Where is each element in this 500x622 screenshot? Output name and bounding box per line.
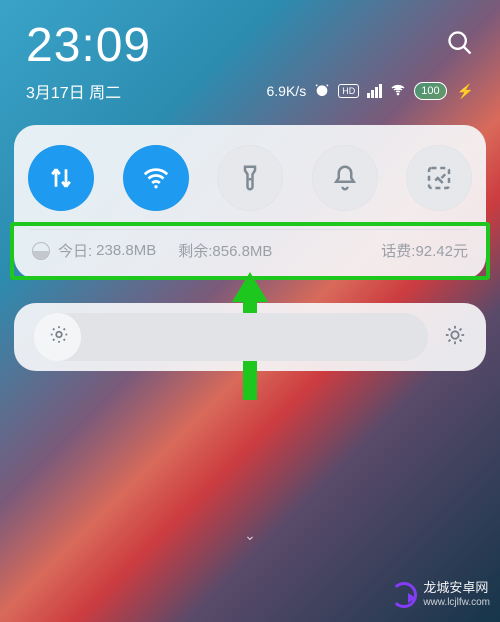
mobile-data-toggle[interactable] [28,145,94,211]
watermark-logo-icon [391,582,417,608]
auto-brightness-icon[interactable] [444,324,466,351]
today-usage-label: 今日: [58,240,92,261]
usage-icon [32,242,50,260]
remaining-value: 856.8MB [212,243,272,260]
wifi-status-icon [390,82,406,101]
screenshot-toggle[interactable] [406,145,472,211]
remaining-label: 剩余: [178,243,212,260]
wifi-toggle[interactable] [123,145,189,211]
watermark: 龙城安卓网 www.lcjlfw.com [391,580,490,610]
net-speed: 6.9K/s [267,83,307,99]
brightness-low-icon [48,324,70,351]
silent-toggle[interactable] [312,145,378,211]
drag-handle-icon[interactable]: ⌄ [244,527,256,544]
data-usage-row[interactable]: 今日:238.8MB 剩余:856.8MB 话费:92.42元 [28,230,472,265]
watermark-subtitle: www.lcjlfw.com [423,595,490,610]
battery-indicator: 100 [414,82,446,100]
search-icon[interactable] [446,29,474,62]
alarm-icon [314,82,330,101]
balance-label: 话费: [381,243,415,260]
status-bar: 23:09 3月17日 周二 6.9K/s HD 100 ⚡ [0,0,500,103]
balance-value: 92.42元 [415,243,468,260]
quick-settings-panel: 今日:238.8MB 剩余:856.8MB 话费:92.42元 [14,125,486,279]
signal-icon [367,84,382,98]
today-usage-value: 238.8MB [96,242,156,259]
hd-badge: HD [338,84,359,98]
flashlight-toggle[interactable] [217,145,283,211]
charging-icon: ⚡ [457,83,474,100]
watermark-title: 龙城安卓网 [423,580,490,595]
status-indicators: 6.9K/s HD 100 ⚡ [267,82,475,101]
date-label: 3月17日 周二 [26,79,121,103]
clock: 23:09 [26,18,151,73]
brightness-panel [14,303,486,371]
brightness-slider[interactable] [34,313,428,361]
